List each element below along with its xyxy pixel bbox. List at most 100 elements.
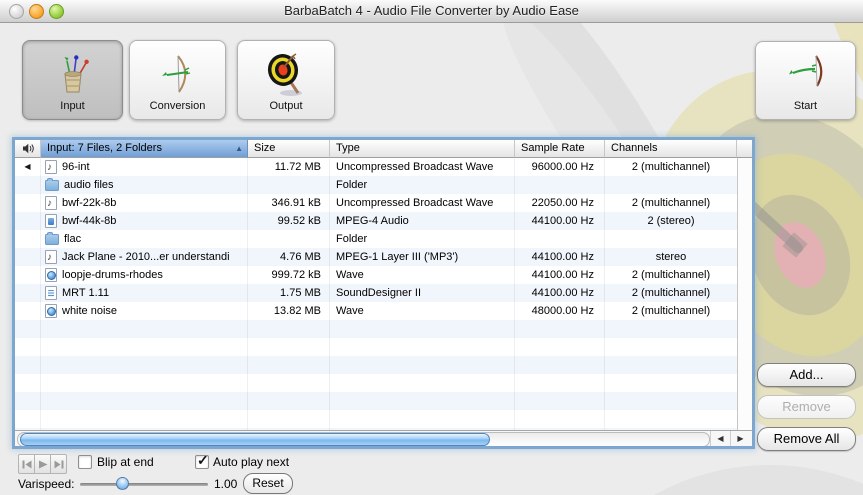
input-file-list: Input: 7 Files, 2 Folders ▲ Size Type Sa… [14,139,753,447]
file-channels: stereo [655,251,687,263]
file-type: Wave [330,266,515,284]
scroll-left-arrow-icon[interactable]: ◀ [710,431,730,446]
conversion-tab-button[interactable]: Conversion [129,40,226,120]
file-channels [605,230,737,248]
bow-arrow-icon [157,41,199,100]
file-type: Uncompressed Broadcast Wave [330,158,515,176]
file-size: 1.75 MB [248,284,330,302]
file-type [330,320,515,338]
file-size [248,392,330,410]
close-button[interactable] [9,4,24,19]
empty-row[interactable] [15,338,737,356]
input-tab-button[interactable]: Input [22,40,123,120]
file-channels: 2 (multichannel) [631,269,711,281]
horizontal-scrollbar-thumb[interactable] [20,433,490,446]
file-sample-rate [515,176,605,194]
file-type [330,338,515,356]
table-row[interactable]: flac Folder [15,230,737,248]
quiver-arrows-icon [52,41,94,100]
file-channels: 2 (multichannel) [631,287,711,299]
file-type [330,374,515,392]
remove-button[interactable]: Remove [757,395,856,419]
speaker-column-header[interactable] [15,140,41,158]
table-row[interactable]: Jack Plane - 2010...er understandi 4.76 … [15,248,737,266]
column-header-input[interactable]: Input: 7 Files, 2 Folders ▲ [41,140,248,158]
column-header-type[interactable]: Type [330,140,515,158]
reset-button[interactable]: Reset [243,473,293,494]
zoom-button[interactable] [49,4,64,19]
column-header-sample-rate[interactable]: Sample Rate [515,140,605,158]
table-row[interactable]: loopje-drums-rhodes 999.72 kB Wave 44100… [15,266,737,284]
file-name: loopje-drums-rhodes [62,269,163,281]
transport-controls [18,454,67,474]
empty-row[interactable] [15,356,737,374]
table-row[interactable]: ◀ 96-int 11.72 MB Uncompressed Broadcast… [15,158,737,176]
file-channels [605,320,737,338]
column-header-channels[interactable]: Channels [605,140,737,158]
file-sample-rate: 44100.00 Hz [515,248,605,266]
empty-row[interactable] [15,374,737,392]
input-tab-label: Input [60,100,85,112]
varispeed-slider-track[interactable] [80,483,208,486]
next-track-button[interactable] [51,454,67,474]
file-type: Wave [330,302,515,320]
blip-at-end-checkbox[interactable] [78,455,92,469]
previous-track-button[interactable] [18,454,35,474]
minimize-button[interactable] [29,4,44,19]
file-sample-rate [515,356,605,374]
audio-file-icon [45,196,57,210]
play-button[interactable] [35,454,51,474]
file-type: Uncompressed Broadcast Wave [330,194,515,212]
add-button[interactable]: Add... [757,363,856,387]
vertical-scrollbar[interactable] [737,158,752,430]
window-title: BarbaBatch 4 - Audio File Converter by A… [284,3,579,18]
previous-icon [22,460,31,468]
file-name: bwf-22k-8b [62,197,117,209]
file-channels [605,176,737,194]
table-row[interactable]: MRT 1.11 1.75 MB SoundDesigner II 44100.… [15,284,737,302]
file-size: 4.76 MB [248,248,330,266]
file-channels [605,410,737,428]
file-channels: 2 (multichannel) [631,197,711,209]
empty-row[interactable] [15,320,737,338]
horizontal-scrollbar[interactable]: ◀ ▶ [15,430,752,446]
empty-row[interactable] [15,410,737,428]
varispeed-label: Varispeed: [18,477,75,491]
table-row[interactable]: audio files Folder [15,176,737,194]
target-icon [263,41,309,100]
file-type: MPEG-1 Layer III ('MP3') [330,248,515,266]
file-size: 99.52 kB [248,212,330,230]
conversion-tab-label: Conversion [149,100,206,112]
folder-icon [45,232,59,245]
output-tab-button[interactable]: Output [237,40,335,120]
file-channels: 2 (stereo) [647,215,695,227]
start-button[interactable]: Start [755,41,856,120]
file-name: 96-int [62,161,90,173]
file-channels: 2 (multichannel) [631,161,711,173]
sounddesigner-file-icon [45,286,57,300]
file-type: Folder [330,176,515,194]
file-size [248,230,330,248]
list-body: ◀ 96-int 11.72 MB Uncompressed Broadcast… [15,158,737,430]
table-row[interactable]: bwf-44k-8b 99.52 kB MPEG-4 Audio 44100.0… [15,212,737,230]
horizontal-scrollbar-track[interactable] [17,432,710,446]
file-name: white noise [62,305,118,317]
file-name: flac [64,233,82,245]
varispeed-slider-thumb[interactable] [116,477,129,490]
table-row[interactable]: white noise 13.82 MB Wave 48000.00 Hz 2 … [15,302,737,320]
column-header-size[interactable]: Size [248,140,330,158]
file-name: audio files [64,179,114,191]
file-size [248,338,330,356]
audio-file-icon [45,160,57,174]
scroll-right-arrow-icon[interactable]: ▶ [730,431,750,446]
header-corner [737,140,752,158]
playing-marker-icon: ◀ [24,162,31,171]
file-sample-rate [515,374,605,392]
auto-play-next-checkbox[interactable] [195,452,209,469]
varispeed-value: 1.00 [214,477,238,491]
remove-all-button[interactable]: Remove All [757,427,856,451]
titlebar[interactable]: BarbaBatch 4 - Audio File Converter by A… [0,0,863,23]
file-sample-rate [515,320,605,338]
table-row[interactable]: bwf-22k-8b 346.91 kB Uncompressed Broadc… [15,194,737,212]
empty-row[interactable] [15,392,737,410]
